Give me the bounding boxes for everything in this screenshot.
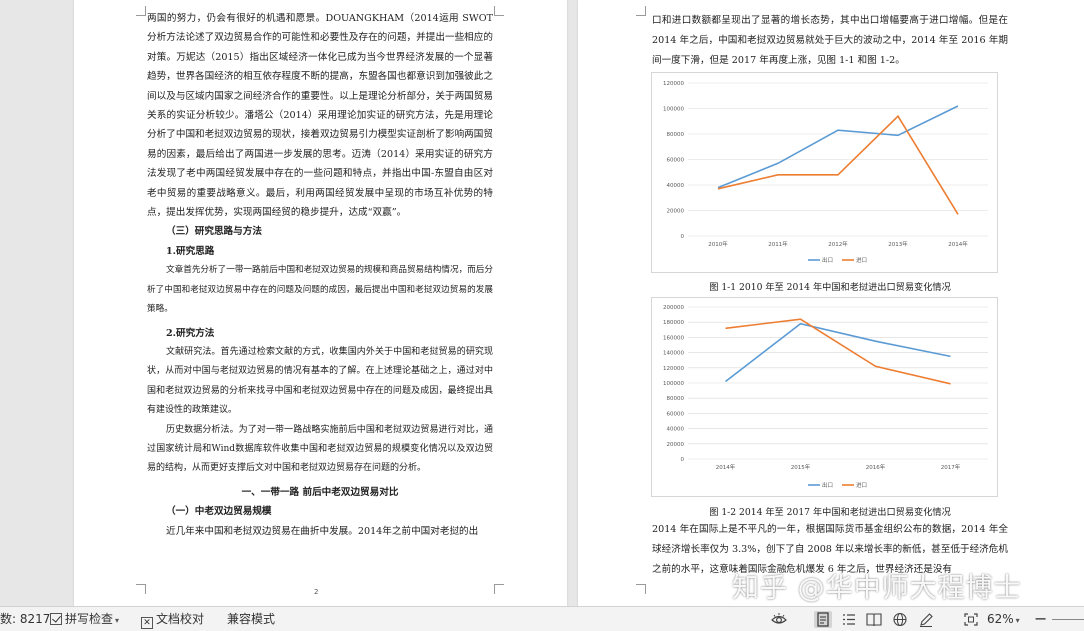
y-tick-label: 180000 [663, 320, 684, 326]
y-tick-label: 0 [681, 457, 685, 463]
y-tick-label: 80000 [667, 132, 685, 138]
y-tick-label: 0 [681, 234, 685, 240]
page-corner-mark [136, 6, 146, 16]
document-workspace[interactable]: 两国的努力，仍会有很好的机遇和愿景。DOUANGKHAM（2014运用 SWOT… [0, 0, 1084, 606]
y-tick-label: 160000 [663, 335, 684, 341]
eye-protection-icon[interactable] [770, 611, 788, 628]
web-layout-icon[interactable] [891, 611, 909, 628]
pen-edit-icon[interactable] [917, 611, 935, 628]
page-corner-mark [494, 6, 504, 16]
page-number: 2 [314, 588, 319, 596]
legend-label: 出口 [822, 256, 833, 264]
reading-view-icon[interactable] [865, 611, 883, 628]
compatibility-mode-label[interactable]: 兼容模式 [227, 611, 275, 628]
page-view-icon[interactable] [814, 611, 832, 628]
x-tick-label: 2012年 [828, 240, 848, 248]
page-corner-mark [136, 584, 146, 594]
paragraph-historical-method[interactable]: 历史数据分析法。为了对一带一路战略实施前后中国和老挝双边贸易进行对比，通过国家统… [147, 421, 493, 479]
watermark: 知乎 @华中师大程博士 [732, 573, 1022, 604]
page-corner-mark [636, 6, 646, 16]
x-tick-label: 2014年 [716, 463, 736, 471]
y-tick-label: 40000 [667, 183, 685, 189]
legend-label: 出口 [822, 481, 833, 489]
document-proofread-button[interactable]: ✕ 文档校对 [141, 611, 204, 629]
fit-page-icon[interactable] [962, 611, 980, 628]
y-tick-label: 100000 [663, 107, 684, 113]
outline-view-icon[interactable] [840, 611, 858, 628]
zoom-slider[interactable] [1052, 619, 1084, 620]
y-tick-label: 60000 [667, 411, 685, 417]
y-tick-label: 60000 [667, 158, 685, 164]
heading-research-idea[interactable]: 1.研究思路 [147, 242, 493, 261]
chart-figure-1-1[interactable]: 0 20000 40000 60000 80000 100000 120000 2010年 20… [651, 72, 998, 273]
x-tick-label: 2016年 [866, 463, 886, 471]
spell-check-button[interactable]: 拼写检查 ▾ [50, 611, 119, 628]
series-line-import [725, 318, 951, 385]
y-tick-label: 40000 [667, 427, 685, 433]
figure-caption-1-2: 图 1-2 2014 年至 2017 年中国和老挝进出口贸易变化情况 [709, 507, 951, 518]
line-chart-2014-2017: 0 20000 40000 60000 80000 100000 120000 140000 1… [663, 305, 988, 489]
figure-caption-1-1: 图 1-1 2010 年至 2014 年中国和老挝进出口贸易变化情况 [709, 282, 951, 293]
heading-research-methods[interactable]: 2.研究方法 [147, 324, 493, 343]
x-tick-label: 2010年 [708, 240, 728, 248]
word-count[interactable]: 数: 8217 [0, 611, 50, 628]
heading-trade-scale[interactable]: （一）中老双边贸易规模 [147, 502, 493, 521]
y-tick-label: 200000 [663, 305, 684, 311]
y-tick-label: 120000 [663, 366, 684, 372]
zoom-level[interactable]: 62% ▾ [987, 611, 1020, 628]
x-tick-label: 2015年 [791, 463, 811, 471]
status-bar: 数: 8217 拼写检查 ▾ ✕ 文档校对 兼容模式 62% ▾ − [0, 606, 1084, 631]
left-page-body[interactable]: 两国的努力，仍会有很好的机遇和愿景。DOUANGKHAM（2014运用 SWOT… [147, 9, 493, 541]
document-page-right[interactable]: 口和进口数额都呈现出了显著的增长态势，其中出口增幅要高于进口增幅。但是在 201… [578, 0, 1084, 606]
y-tick-label: 20000 [667, 442, 685, 448]
x-tick-label: 2013年 [888, 240, 908, 248]
legend-label: 进口 [856, 481, 867, 489]
checkmark-icon [50, 613, 62, 625]
chevron-down-icon: ▾ [1015, 616, 1020, 625]
document-page-left[interactable]: 两国的努力，仍会有很好的机遇和愿景。DOUANGKHAM（2014运用 SWOT… [74, 0, 567, 606]
y-tick-label: 120000 [663, 81, 684, 87]
y-tick-label: 80000 [667, 396, 685, 402]
legend-label: 进口 [856, 256, 867, 264]
y-tick-label: 140000 [663, 351, 684, 357]
chevron-down-icon: ▾ [115, 616, 120, 625]
paragraph-literature-method[interactable]: 文献研究法。首先通过检索文献的方式，收集国内外关于中国和老挝贸易的研究现状，从而… [147, 343, 493, 421]
zoom-out-button[interactable]: − [1034, 611, 1047, 628]
x-tick-label: 2011年 [768, 240, 788, 248]
paragraph-research-idea[interactable]: 文章首先分析了一带一路前后中国和老挝双边贸易的规模和商品贸易结构情况，而后分析了… [147, 261, 493, 319]
heading-chapter-one[interactable]: 一、一带一路 前后中老双边贸易对比 [147, 483, 493, 502]
y-tick-label: 20000 [667, 209, 685, 215]
paragraph-literature-review[interactable]: 两国的努力，仍会有很好的机遇和愿景。DOUANGKHAM（2014运用 SWOT… [147, 9, 493, 222]
x-tick-label: 2017年 [941, 463, 961, 471]
chart-figure-1-2[interactable]: 0 20000 40000 60000 80000 100000 120000 140000 1… [651, 297, 998, 497]
close-box-icon: ✕ [141, 617, 153, 629]
y-tick-label: 100000 [663, 381, 684, 387]
heading-research-method[interactable]: （三）研究思路与方法 [147, 222, 493, 241]
line-chart-2010-2014: 0 20000 40000 60000 80000 100000 120000 2010年 20… [663, 81, 988, 264]
x-tick-label: 2014年 [948, 240, 968, 248]
paragraph-trade-trend[interactable]: 口和进口数额都呈现出了显著的增长态势，其中出口增幅要高于进口增幅。但是在 201… [652, 11, 1008, 71]
page-corner-mark [636, 584, 646, 594]
page-corner-mark [494, 584, 504, 594]
paragraph-trade-scale[interactable]: 近几年来中国和老挝双边贸易在曲折中发展。2014年之前中国对老挝的出 [147, 522, 493, 541]
